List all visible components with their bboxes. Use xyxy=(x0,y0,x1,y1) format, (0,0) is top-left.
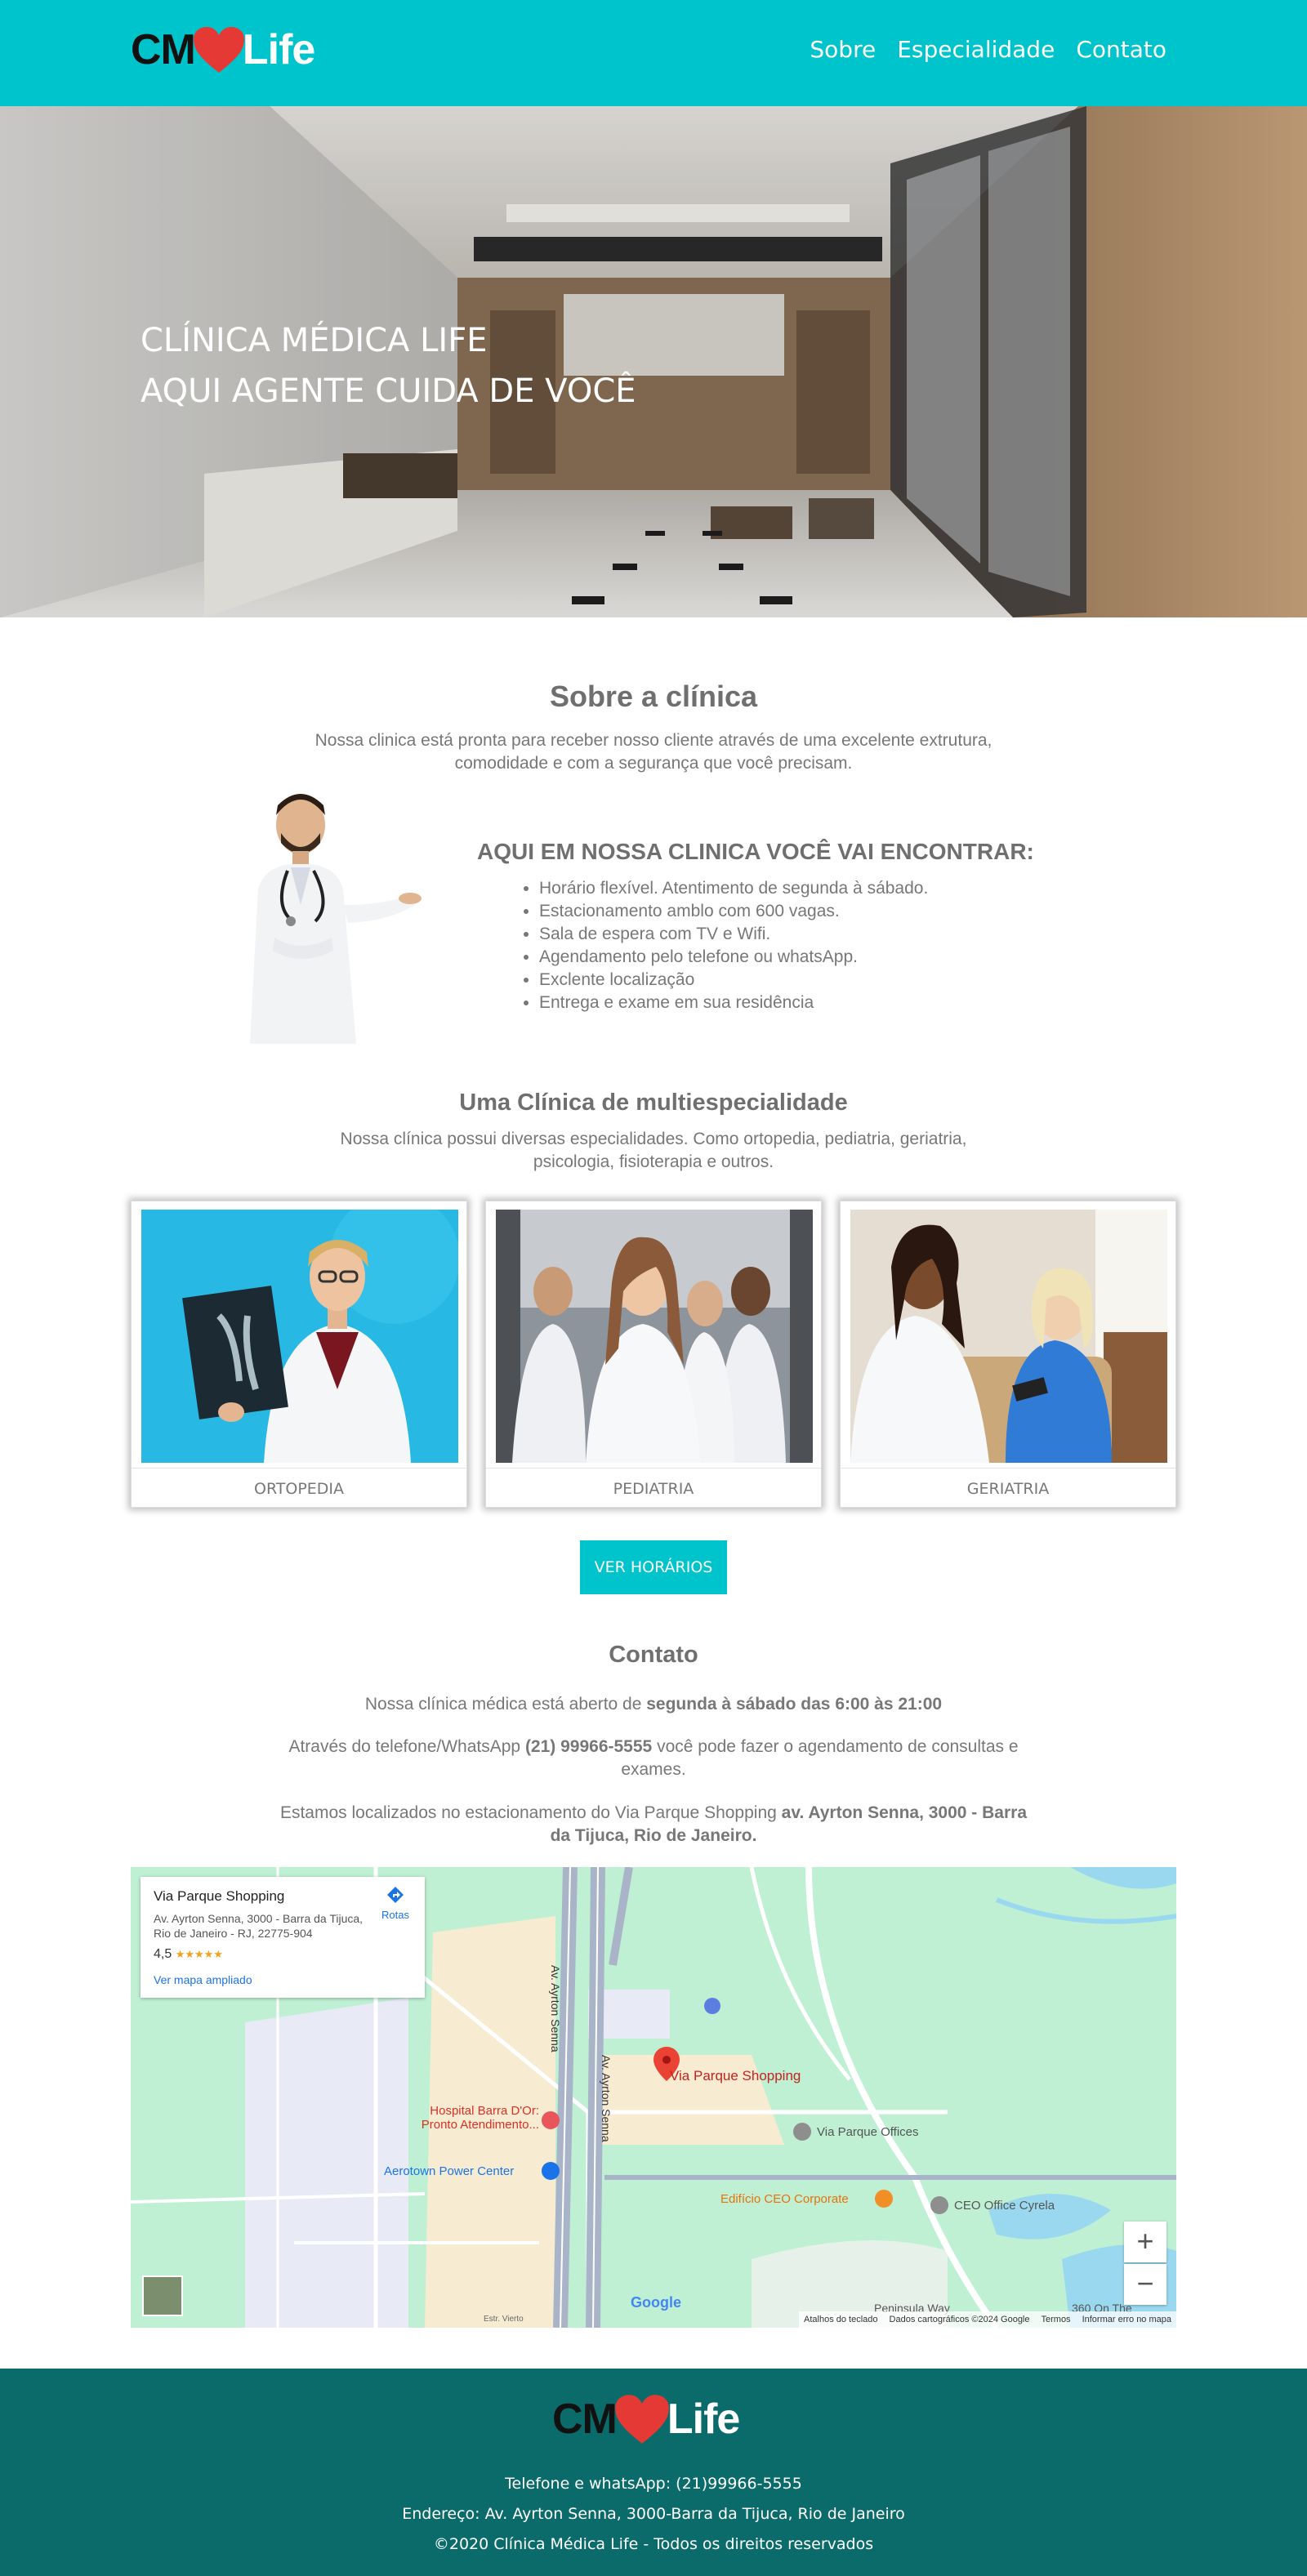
zoom-out-button[interactable]: − xyxy=(1124,2264,1166,2305)
list-item: Horário flexível. Atentimento de segunda… xyxy=(539,877,928,900)
map-label-road-2: Av. Ayrton Senna xyxy=(600,2055,613,2142)
features-list: Horário flexível. Atentimento de segunda… xyxy=(539,877,928,1014)
map-label-offices[interactable]: Via Parque Offices xyxy=(817,2125,919,2139)
map-footer-data: Dados cartográficos ©2024 Google xyxy=(889,2315,1030,2324)
directions-label: Rotas xyxy=(381,1909,409,1921)
doctor-image xyxy=(250,794,422,1044)
list-item: Exclente localização xyxy=(539,969,928,992)
footer-address: Endereço: Av. Ayrton Senna, 3000-Barra d… xyxy=(402,2505,905,2523)
contact-phone: Através do telefone/WhatsApp (21) 99966-… xyxy=(278,1736,1029,1781)
about-title: Sobre a clínica xyxy=(549,680,758,713)
about-text: Nossa clinica está pronta para receber n… xyxy=(314,731,993,773)
card-label: ORTOPEDIA xyxy=(132,1468,466,1509)
site-footer: CM Life Telefone e whatsApp: (21)99966-5… xyxy=(0,2369,1307,2576)
card-ortopedia[interactable]: ORTOPEDIA xyxy=(131,1201,467,1508)
zoom-in-button[interactable]: + xyxy=(1124,2222,1166,2262)
footer-copyright: ©2020 Clínica Médica Life - Todos os dir… xyxy=(433,2535,874,2553)
geriatria-image xyxy=(850,1210,1167,1463)
map-footer-report[interactable]: Informar erro no mapa xyxy=(1082,2311,1171,2328)
specialty-title: Uma Clínica de multiespecialidade xyxy=(459,1090,848,1116)
enlarge-map-link[interactable]: Ver mapa ampliado xyxy=(154,1973,252,1986)
google-logo: Google xyxy=(631,2294,681,2311)
map-label-road-1: Av. Ayrton Senna xyxy=(549,1965,562,2052)
hero-line-1: CLÍNICA MÉDICA LIFE xyxy=(141,322,488,359)
map-footer-terms[interactable]: Termos xyxy=(1042,2311,1071,2328)
map-place-card: Via Parque Shopping Av. Ayrton Senna, 30… xyxy=(141,1877,425,1998)
heart-icon xyxy=(614,2395,669,2444)
map-satellite-toggle[interactable] xyxy=(142,2275,183,2316)
hero-banner: CLÍNICA MÉDICA LIFE AQUI AGENTE CUIDA DE… xyxy=(0,106,1307,617)
footer-logo-life: Life xyxy=(667,2396,740,2443)
contact-hours-bold: segunda à sábado das 6:00 às 21:00 xyxy=(646,1695,943,1714)
list-item: Agendamento pelo telefone ou whatsApp. xyxy=(539,946,928,969)
contact-address-text: Estamos localizados no estacionamento do… xyxy=(279,1803,782,1822)
rating-value: 4,5 xyxy=(154,1947,172,1961)
map-footer-shortcuts[interactable]: Atalhos do teclado xyxy=(804,2311,878,2328)
nav-especialidade[interactable]: Especialidade xyxy=(897,36,1055,63)
card-geriatria[interactable]: GERIATRIA xyxy=(840,1201,1176,1508)
hero-title: CLÍNICA MÉDICA LIFE AQUI AGENTE CUIDA DE… xyxy=(141,315,636,417)
map-label-aerotown[interactable]: Aerotown Power Center xyxy=(384,2164,514,2178)
footer-logo: CM Life xyxy=(552,2393,740,2445)
contact-phone-text: Através do telefone/WhatsApp xyxy=(288,1737,525,1756)
map-label-shopping[interactable]: Via Parque Shopping xyxy=(670,2068,801,2084)
hero-line-2: AQUI AGENTE CUIDA DE VOCÊ xyxy=(141,372,636,410)
site-header: CM Life Sobre Especialidade Contato xyxy=(0,0,1307,106)
card-pediatria[interactable]: PEDIATRIA xyxy=(485,1201,822,1508)
directions-button[interactable]: Rotas xyxy=(377,1885,413,1921)
contact-hours: Nossa clínica médica está aberto de segu… xyxy=(278,1693,1029,1716)
stars-icon: ★★★★★ xyxy=(175,1948,223,1960)
nav-sobre[interactable]: Sobre xyxy=(810,36,876,63)
logo-cm: CM xyxy=(131,26,196,74)
view-schedule-button[interactable]: VER HORÁRIOS xyxy=(580,1540,727,1594)
logo[interactable]: CM Life xyxy=(131,21,315,78)
contact-title: Contato xyxy=(609,1642,698,1668)
google-map[interactable]: Av. Ayrton Senna Av. Ayrton Senna Via Pa… xyxy=(131,1867,1176,2328)
heart-icon xyxy=(193,27,244,73)
main-nav: Sobre Especialidade Contato xyxy=(810,36,1166,63)
place-rating: 4,5 ★★★★★ xyxy=(154,1947,223,1962)
contact-address: Estamos localizados no estacionamento do… xyxy=(278,1802,1029,1847)
list-item: Estacionamento amblo com 600 vagas. xyxy=(539,900,928,923)
map-label-ceo[interactable]: Edifício CEO Corporate xyxy=(720,2192,849,2206)
contact-phone-text-2: você pode fazer o agendamento de consult… xyxy=(621,1737,1019,1779)
nav-contato[interactable]: Contato xyxy=(1076,36,1166,63)
map-label-hospital[interactable]: Hospital Barra D'Or: Pronto Atendimento.… xyxy=(392,2104,539,2132)
pediatria-image xyxy=(496,1210,813,1463)
card-label: GERIATRIA xyxy=(841,1468,1175,1509)
features-title: AQUI EM NOSSA CLINICA VOCÊ VAI ENCONTRAR… xyxy=(477,839,1034,864)
contact-hours-text: Nossa clínica médica está aberto de xyxy=(364,1695,647,1714)
card-label: PEDIATRIA xyxy=(486,1468,821,1509)
contact-phone-number[interactable]: (21) 99966-5555 xyxy=(525,1737,652,1756)
logo-life: Life xyxy=(242,26,315,74)
map-label-cyrela[interactable]: CEO Office Cyrela xyxy=(954,2199,1055,2213)
footer-logo-cm: CM xyxy=(552,2396,618,2443)
place-title: Via Parque Shopping xyxy=(154,1888,285,1904)
map-label-street: Estr. Vierto xyxy=(484,2315,524,2324)
list-item: Entrega e exame em sua residência xyxy=(539,992,928,1014)
directions-icon xyxy=(387,1887,404,1903)
ortopedia-image xyxy=(141,1210,458,1463)
footer-phone: Telefone e whatsApp: (21)99966-5555 xyxy=(505,2475,802,2493)
place-address: Av. Ayrton Senna, 3000 - Barra da Tijuca… xyxy=(154,1912,364,1940)
list-item: Sala de espera com TV e Wifi. xyxy=(539,923,928,946)
map-footer: Atalhos do teclado Dados cartográficos ©… xyxy=(799,2311,1176,2328)
specialty-text: Nossa clínica possui diversas especialid… xyxy=(340,1130,967,1171)
